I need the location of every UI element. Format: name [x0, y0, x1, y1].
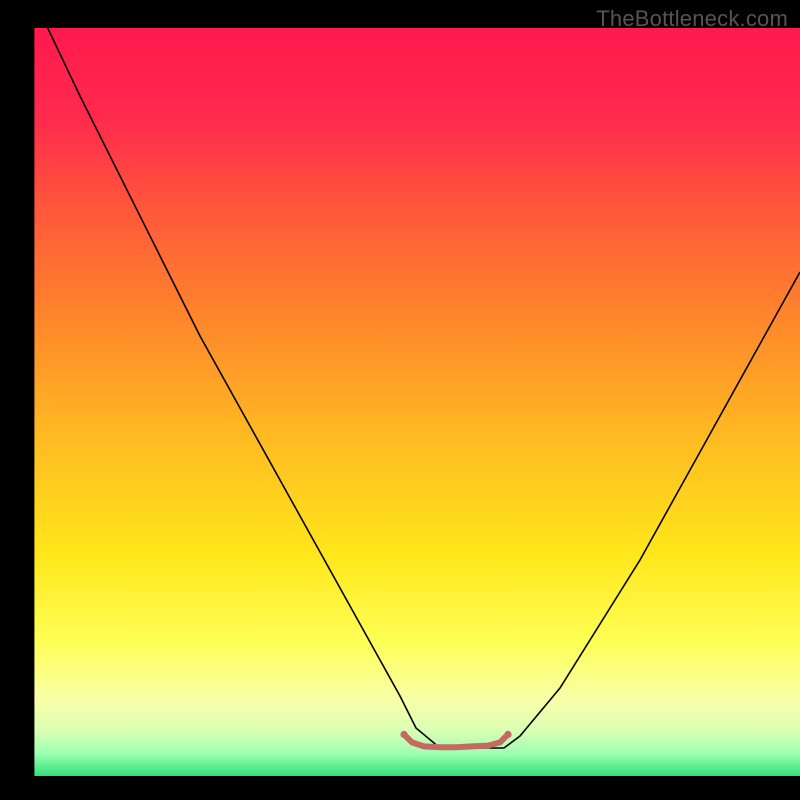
- watermark-text: TheBottleneck.com: [596, 6, 788, 32]
- optimal-range-start-dot: [400, 731, 407, 738]
- chart-container: TheBottleneck.com: [0, 0, 800, 800]
- optimal-range-end-dot: [504, 731, 511, 738]
- plot-background: [34, 28, 800, 776]
- bottleneck-chart: [0, 0, 800, 800]
